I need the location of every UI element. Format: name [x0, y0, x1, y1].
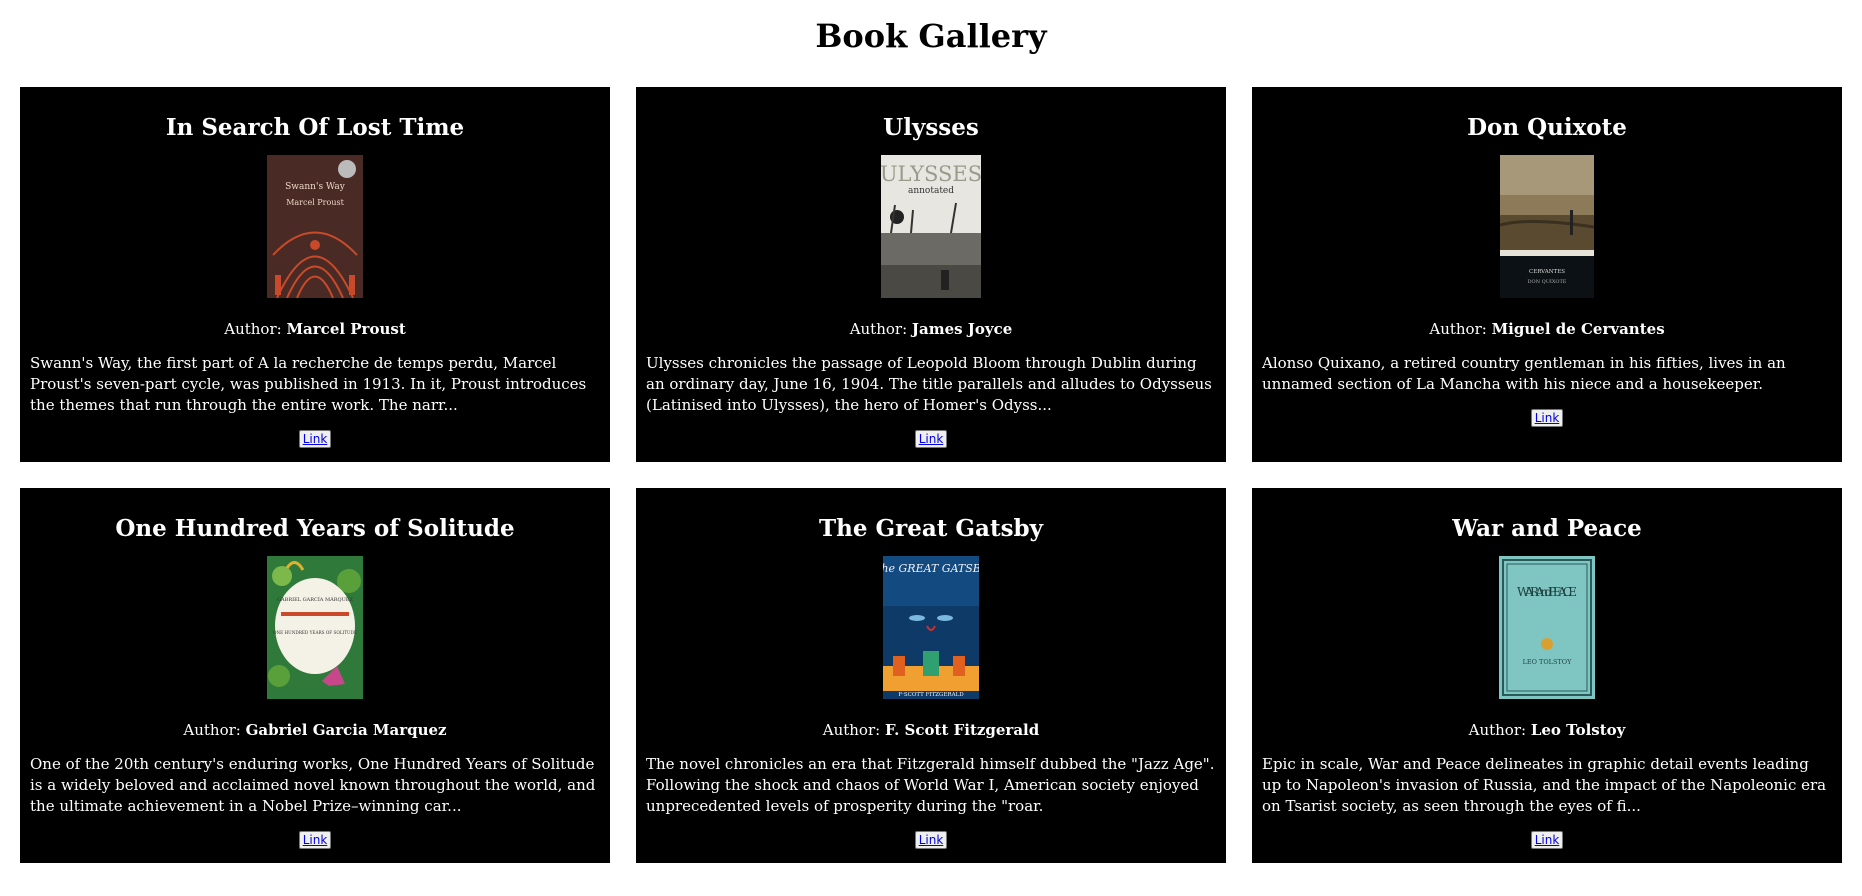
cover-line1: CERVANTES	[1529, 269, 1565, 275]
cover-line2: F·SCOTT FITZGERALD	[898, 692, 964, 698]
cover-line1: GABRIEL GARCÍA MÁRQUEZ	[277, 596, 353, 603]
book-title: Ulysses	[883, 114, 979, 141]
book-description: Epic in scale, War and Peace delineates …	[1262, 755, 1827, 815]
book-link-button[interactable]: Link	[914, 430, 948, 448]
book-description: The novel chronicles an era that Fitzger…	[646, 755, 1215, 815]
author-name: Gabriel Garcia Marquez	[245, 721, 447, 739]
book-cover-image: ULYSSES annotated	[881, 155, 981, 298]
cover-line2: LEO TOLSTOY	[1523, 658, 1573, 666]
cover-line2: Marcel Proust	[286, 198, 344, 207]
book-author: Author: James Joyce	[646, 320, 1216, 338]
author-label: Author:	[822, 721, 885, 739]
cover-line2: ONE HUNDRED YEARS OF SOLITUDE	[273, 630, 357, 635]
author-label: Author:	[183, 721, 246, 739]
book-card: Don Quixote CERVANTES DON QUIXOTE Author…	[1252, 87, 1842, 462]
book-cover-image: CERVANTES DON QUIXOTE	[1500, 155, 1594, 298]
book-card: One Hundred Years of Solitude GABRIEL GA…	[20, 488, 610, 863]
author-name: Miguel de Cervantes	[1491, 320, 1665, 338]
cover-line1: ULYSSES	[881, 162, 981, 186]
author-name: Marcel Proust	[286, 320, 406, 338]
cover-line1: WAR And PEACE	[1517, 585, 1577, 599]
book-cover-art: The GREAT GATSBY F·SCOTT FITZGERALD	[883, 556, 979, 699]
book-title: War and Peace	[1452, 515, 1642, 542]
book-link-button[interactable]: Link	[1530, 409, 1564, 427]
book-author: Author: Miguel de Cervantes	[1262, 320, 1832, 338]
author-label: Author:	[1429, 320, 1492, 338]
book-author: Author: Gabriel Garcia Marquez	[30, 721, 600, 739]
author-label: Author:	[224, 320, 287, 338]
book-description: Swann's Way, the first part of A la rech…	[30, 354, 587, 414]
book-title: Don Quixote	[1467, 114, 1627, 141]
book-card: War and Peace WAR And PEACE LEO TOLSTOY …	[1252, 488, 1842, 863]
book-cover-image: Swann's Way Marcel Proust	[267, 155, 363, 298]
book-card: Ulysses ULYSSES annotated Author: James …	[636, 87, 1226, 462]
book-cover-art: ULYSSES annotated	[881, 155, 981, 298]
book-cover-image: The GREAT GATSBY F·SCOTT FITZGERALD	[883, 556, 979, 699]
book-author: Author: F. Scott Fitzgerald	[646, 721, 1216, 739]
book-cover-image: GABRIEL GARCÍA MÁRQUEZ ONE HUNDRED YEARS…	[267, 556, 363, 699]
book-card: The Great Gatsby The GREAT GATSBY F·SCOT…	[636, 488, 1226, 863]
book-cover-image: WAR And PEACE LEO TOLSTOY	[1499, 556, 1595, 699]
book-title: In Search Of Lost Time	[165, 114, 465, 141]
author-label: Author:	[849, 320, 912, 338]
book-description: Ulysses chronicles the passage of Leopol…	[646, 354, 1212, 414]
author-name: James Joyce	[911, 320, 1013, 338]
cover-line2: annotated	[908, 186, 954, 196]
cover-line2: DON QUIXOTE	[1528, 279, 1567, 285]
book-author: Author: Leo Tolstoy	[1262, 721, 1832, 739]
book-grid: In Search Of Lost Time Swann's Way Marce…	[20, 87, 1842, 863]
author-label: Author:	[1468, 721, 1531, 739]
author-name: Leo Tolstoy	[1530, 721, 1626, 739]
book-link-button[interactable]: Link	[1530, 831, 1564, 849]
cover-line1: Swann's Way	[285, 182, 346, 192]
book-link-button[interactable]: Link	[298, 430, 332, 448]
book-description: Alonso Quixano, a retired country gentle…	[1262, 354, 1786, 393]
book-description: One of the 20th century's enduring works…	[30, 755, 596, 815]
cover-line1: The GREAT GATSBY	[883, 562, 979, 575]
book-title: The Great Gatsby	[819, 515, 1043, 542]
book-title: One Hundred Years of Solitude	[115, 515, 515, 542]
book-link-button[interactable]: Link	[914, 831, 948, 849]
book-cover-art: WAR And PEACE LEO TOLSTOY	[1499, 556, 1595, 699]
book-cover-art: Swann's Way Marcel Proust	[267, 155, 363, 298]
book-cover-art: CERVANTES DON QUIXOTE	[1500, 155, 1594, 298]
book-link-button[interactable]: Link	[298, 831, 332, 849]
book-cover-art: GABRIEL GARCÍA MÁRQUEZ ONE HUNDRED YEARS…	[267, 556, 363, 699]
page-title: Book Gallery	[815, 17, 1047, 55]
author-name: F. Scott Fitzgerald	[884, 721, 1040, 739]
book-author: Author: Marcel Proust	[30, 320, 600, 338]
book-card: In Search Of Lost Time Swann's Way Marce…	[20, 87, 610, 462]
